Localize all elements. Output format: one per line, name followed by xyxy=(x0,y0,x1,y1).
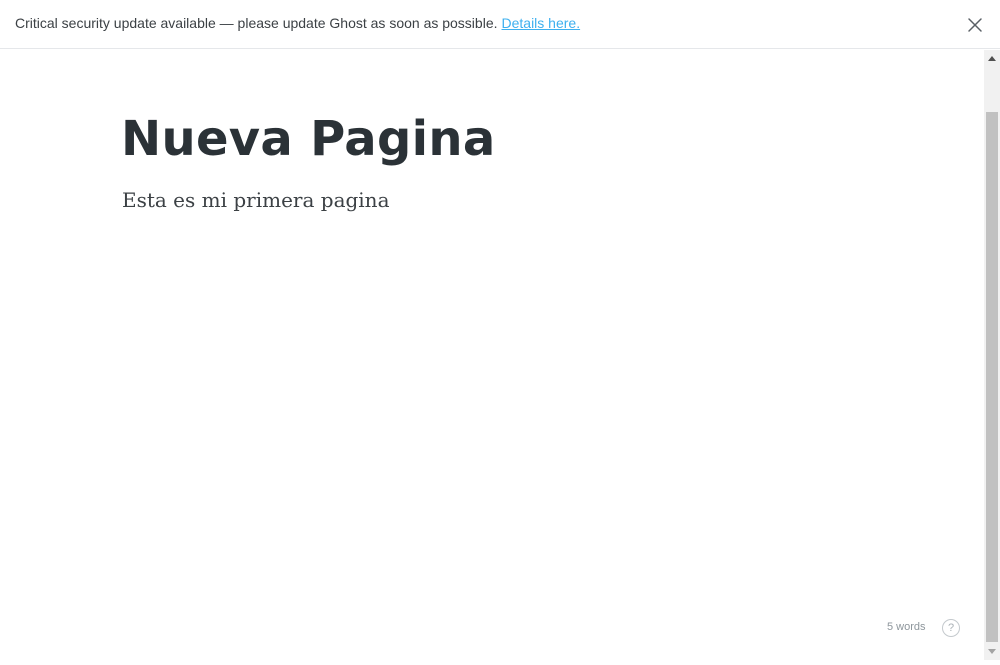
security-update-banner: Critical security update available — ple… xyxy=(0,0,1000,49)
scroll-down-button[interactable] xyxy=(984,643,1000,660)
banner-text: Critical security update available — ple… xyxy=(15,15,580,31)
help-icon: ? xyxy=(947,622,955,634)
help-button[interactable]: ? xyxy=(942,619,960,637)
post-title[interactable]: Nueva Pagina xyxy=(121,111,496,167)
banner-details-link[interactable]: Details here. xyxy=(502,15,581,31)
arrow-up-icon xyxy=(988,56,996,61)
close-icon xyxy=(968,18,982,32)
editor-canvas[interactable]: Nueva Pagina Esta es mi primera pagina 5… xyxy=(0,50,984,660)
banner-message: Critical security update available — ple… xyxy=(15,15,498,31)
scroll-up-button[interactable] xyxy=(984,50,1000,67)
vertical-scrollbar[interactable] xyxy=(984,50,1000,660)
scrollbar-thumb[interactable] xyxy=(986,112,998,642)
arrow-down-icon xyxy=(988,649,996,654)
word-count: 5 words xyxy=(887,621,926,633)
banner-close-button[interactable] xyxy=(964,14,986,36)
post-body[interactable]: Esta es mi primera pagina xyxy=(122,188,390,212)
